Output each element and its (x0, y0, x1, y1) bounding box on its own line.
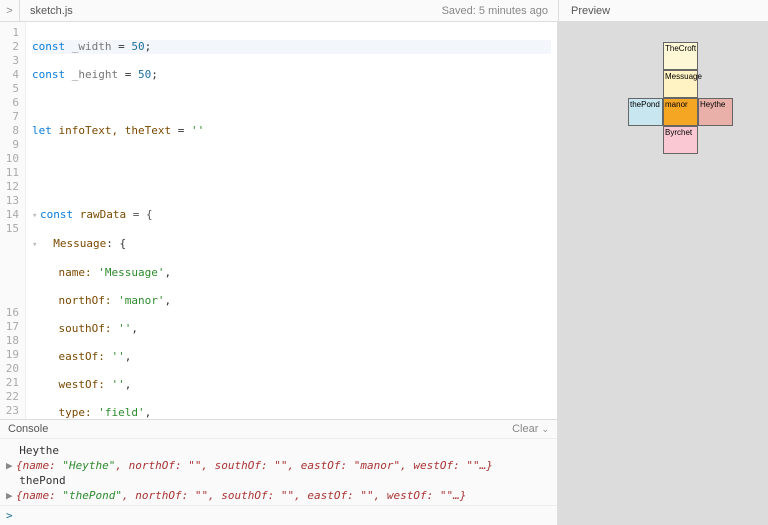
console-clear-button[interactable]: Clear ⌄ (512, 423, 549, 435)
console-panel: Console Clear ⌄ Heythe ▶{name: "Heythe",… (0, 419, 557, 525)
expand-icon[interactable]: ▶ (6, 488, 16, 503)
topbar: > sketch.js Saved: 5 minutes ago Preview (0, 0, 768, 22)
preview-tab[interactable]: Preview (558, 0, 768, 21)
console-output[interactable]: Heythe ▶{name: "Heythe", northOf: "", so… (0, 439, 557, 505)
filename-label: sketch.js (20, 5, 83, 17)
tile-byrchet[interactable]: Byrchet (663, 126, 698, 154)
preview-canvas: TheCroft Messuage thePond manor Heythe B… (558, 22, 768, 525)
expand-icon[interactable]: ▶ (6, 458, 16, 473)
tile-thecroft[interactable]: TheCroft (663, 42, 698, 70)
line-gutter: 123456789101112131415.....16171819202122… (0, 22, 26, 419)
code-content[interactable]: const _width = 50; const _height = 50; l… (26, 22, 557, 419)
console-input[interactable]: > (0, 505, 557, 525)
chevron-down-icon: ⌄ (541, 424, 549, 434)
tile-manor[interactable]: manor (663, 98, 698, 126)
tile-messuage[interactable]: Messuage (663, 70, 698, 98)
save-status: Saved: 5 minutes ago (432, 5, 558, 17)
tile-heythe[interactable]: Heythe (698, 98, 733, 126)
console-title: Console (8, 423, 48, 435)
tile-thepond[interactable]: thePond (628, 98, 663, 126)
code-editor[interactable]: 123456789101112131415.....16171819202122… (0, 22, 557, 419)
files-collapse-toggle[interactable]: > (0, 0, 20, 21)
